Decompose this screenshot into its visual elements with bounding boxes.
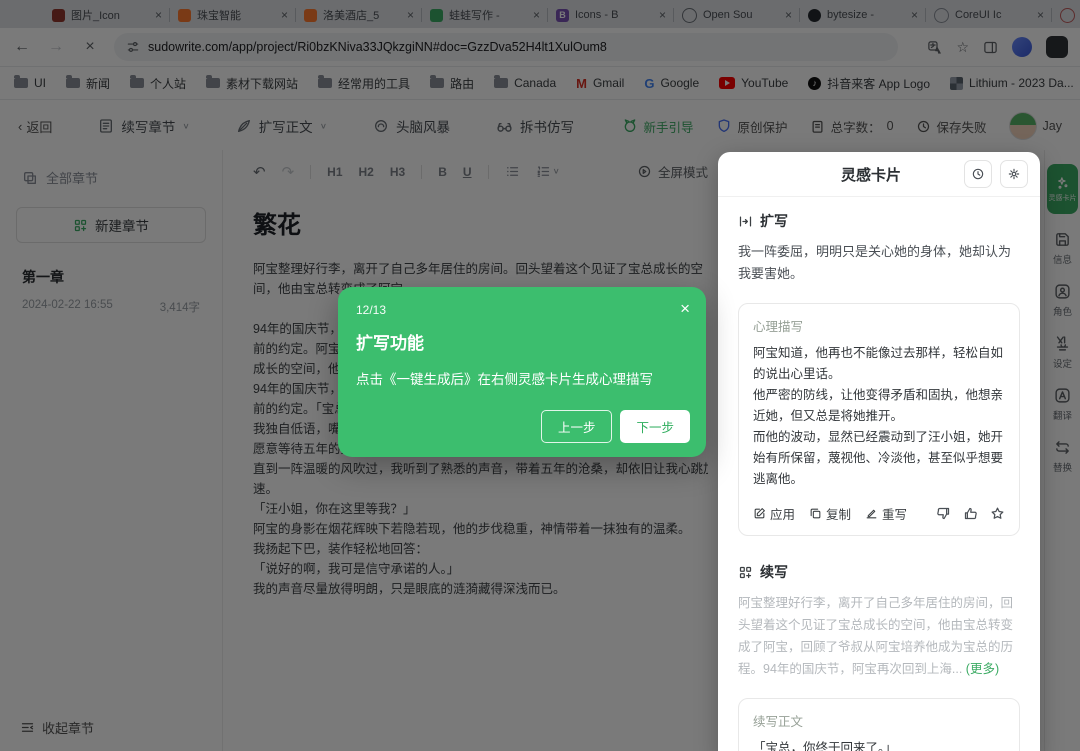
continue-write-icon: [739, 566, 752, 578]
apply-label: 应用: [770, 508, 796, 522]
history-button[interactable]: [964, 160, 992, 188]
panel-title: 灵感卡片: [840, 166, 901, 184]
rewrite-pen-icon: [866, 509, 877, 519]
star-icon[interactable]: [990, 506, 1005, 521]
copy-button[interactable]: 复制: [809, 504, 851, 523]
card-text: 阿宝知道，他再也不能像过去那样，轻松自如的说出心里话。 他严密的防线，让他变得矛…: [753, 346, 1004, 486]
expand-section-label: 扩写: [760, 213, 788, 229]
rewrite-label: 重写: [882, 508, 908, 522]
tour-title: 扩写功能: [356, 334, 424, 353]
card-actions: 应用 复制 重写: [753, 504, 1005, 523]
continue-section-label: 续写: [760, 564, 788, 580]
continue-section-header: 续写: [738, 562, 1020, 582]
continue-section-text: 阿宝整理好行李，离开了自己多年居住的房间，回头望着这个见证了宝总成长的空间，他由…: [738, 592, 1020, 680]
apply-button[interactable]: 应用: [753, 504, 795, 523]
more-link[interactable]: (更多): [966, 662, 999, 676]
previous-step-button[interactable]: 上一步: [540, 410, 613, 443]
expand-write-icon: [739, 216, 752, 226]
continue-body-card: 续写正文 「宝总，你终于回来了。」 我独自低语，嘴角上扬，那是属于只有我的小小贪…: [738, 698, 1020, 751]
panel-settings-button[interactable]: [1000, 160, 1028, 188]
inspiration-panel: 灵感卡片 扩写 我一阵委屈，明明只是关心她的身体，她却认为我要害她。 心理描写 …: [718, 152, 1040, 751]
thumbs-down-icon[interactable]: [936, 506, 951, 521]
rewrite-button[interactable]: 重写: [865, 504, 907, 523]
next-step-button[interactable]: 下一步: [620, 410, 690, 443]
thumbs-up-icon[interactable]: [963, 506, 978, 521]
expand-section-header: 扩写: [738, 211, 1020, 231]
history-clock-icon: [972, 168, 984, 180]
copy-label: 复制: [826, 508, 852, 522]
close-icon[interactable]: ×: [680, 299, 690, 319]
card-label: 续写正文: [753, 715, 804, 729]
tour-step-counter: 12/13: [356, 303, 387, 317]
psychology-card: 心理描写 阿宝知道，他再也不能像过去那样，轻松自如的说出心里话。 他严密的防线，…: [738, 303, 1020, 536]
card-text: 「宝总，你终于回来了。」 我独自低语，嘴角上扬，那是属于只有我的小小贪婪——我在…: [753, 741, 897, 751]
gear-icon: [1008, 168, 1020, 180]
card-feedback: [936, 506, 1005, 521]
copy-icon: [810, 508, 821, 519]
card-label: 心理描写: [753, 320, 804, 334]
tour-description: 点击《一键生成后》在右侧灵感卡片生成心理描写: [356, 372, 653, 387]
expand-section-text: 我一阵委屈，明明只是关心她的身体，她却认为我要害她。: [738, 244, 1012, 281]
browser-window: 图片_Icon× 珠宝智能× 洛美酒店_5× 蛙蛙写作 -× BIcons - …: [0, 0, 1080, 751]
apply-edit-icon: [754, 508, 765, 519]
panel-header: 灵感卡片: [718, 152, 1040, 197]
tour-popup: 12/13 × 扩写功能 点击《一键生成后》在右侧灵感卡片生成心理描写 上一步 …: [338, 287, 706, 457]
